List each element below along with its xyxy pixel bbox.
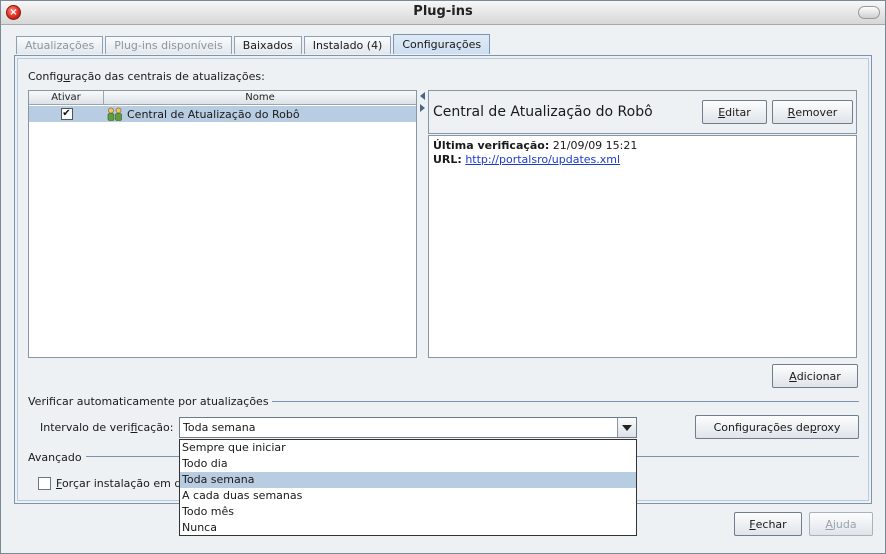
interval-combo[interactable]: Toda semana [179,417,637,438]
chevron-down-icon[interactable] [617,418,636,437]
list-item[interactable]: Toda semana [180,472,636,488]
tab-baixados[interactable]: Baixados [233,36,302,54]
force-install-label: Forçar instalação em di [56,477,185,490]
remove-button[interactable]: Remover [772,100,853,124]
list-item[interactable]: Todo mês [180,504,636,520]
tab-instalado[interactable]: Instalado (4) [303,36,392,54]
auto-check-separator [272,401,859,402]
table-row[interactable]: ✔ Central de Atualização do Robô [29,106,416,122]
column-header-ativar[interactable]: Ativar [29,91,104,104]
split-pane-divider[interactable] [418,90,427,358]
url-link[interactable]: http://portalsro/updates.xml [465,153,620,166]
advanced-section-label: Avançado [28,451,82,464]
window-title: Plug-ins [413,4,473,19]
list-item[interactable]: A cada duas semanas [180,488,636,504]
edit-button[interactable]: Editar [702,100,767,124]
tab-plugins-disponiveis[interactable]: Plug-ins disponíveis [105,36,232,54]
tab-bar: Atualizações Plug-ins disponíveis Baixad… [16,34,492,55]
list-item[interactable]: Sempre que iniciar [180,440,636,456]
title-bar: × Plug-ins [1,1,885,25]
detail-title: Central de Atualização do Robô [433,104,653,120]
force-install-checkbox[interactable] [38,477,51,490]
auto-check-section-label: Verificar automaticamente por atualizaçõ… [28,395,269,408]
proxy-settings-button[interactable]: Configurações de p roxy [695,415,859,439]
update-centers-table: Ativar Nome ✔ Central de Atualização do … [28,90,417,358]
list-item[interactable]: Nunca [180,520,636,536]
help-button[interactable]: Ajuda [809,512,873,536]
url-line: URL: http://portalsro/updates.xml [433,153,621,166]
last-check-line: Última verificação: 21/09/09 15:21 [433,139,638,152]
tab-configuracoes[interactable]: Configurações [393,34,491,54]
plugins-window: × Plug-ins Atualizações Plug-ins disponí… [0,0,886,554]
enabled-checkbox[interactable]: ✔ [60,108,73,120]
name-cell: Central de Atualização do Robô [104,107,300,121]
table-header: Ativar Nome [29,91,416,105]
force-install-row: Forçar instalação em di [38,477,184,490]
tab-atualizacoes[interactable]: Atualizações [16,36,104,54]
collapse-left-icon[interactable] [420,92,425,100]
close-button[interactable]: Fechar [734,512,802,536]
add-button[interactable]: Adicionar [772,364,858,388]
update-center-name: Central de Atualização do Robô [127,107,300,121]
interval-label: Intervalo de verificação: [40,421,174,434]
column-header-nome[interactable]: Nome [104,91,416,104]
enabled-cell: ✔ [29,108,104,120]
interval-value: Toda semana [183,421,256,434]
maximize-button[interactable] [858,6,880,19]
interval-dropdown-list: Sempre que iniciar Todo dia Toda semana … [179,439,637,536]
update-centers-label: Configuração das centrais de atualizaçõe… [28,70,265,83]
collapse-right-icon[interactable] [420,104,425,112]
last-check-value: 21/09/09 15:21 [552,139,638,152]
detail-body: Última verificação: 21/09/09 15:21 URL: … [428,135,857,358]
people-icon [107,107,122,121]
list-item[interactable]: Todo dia [180,456,636,472]
